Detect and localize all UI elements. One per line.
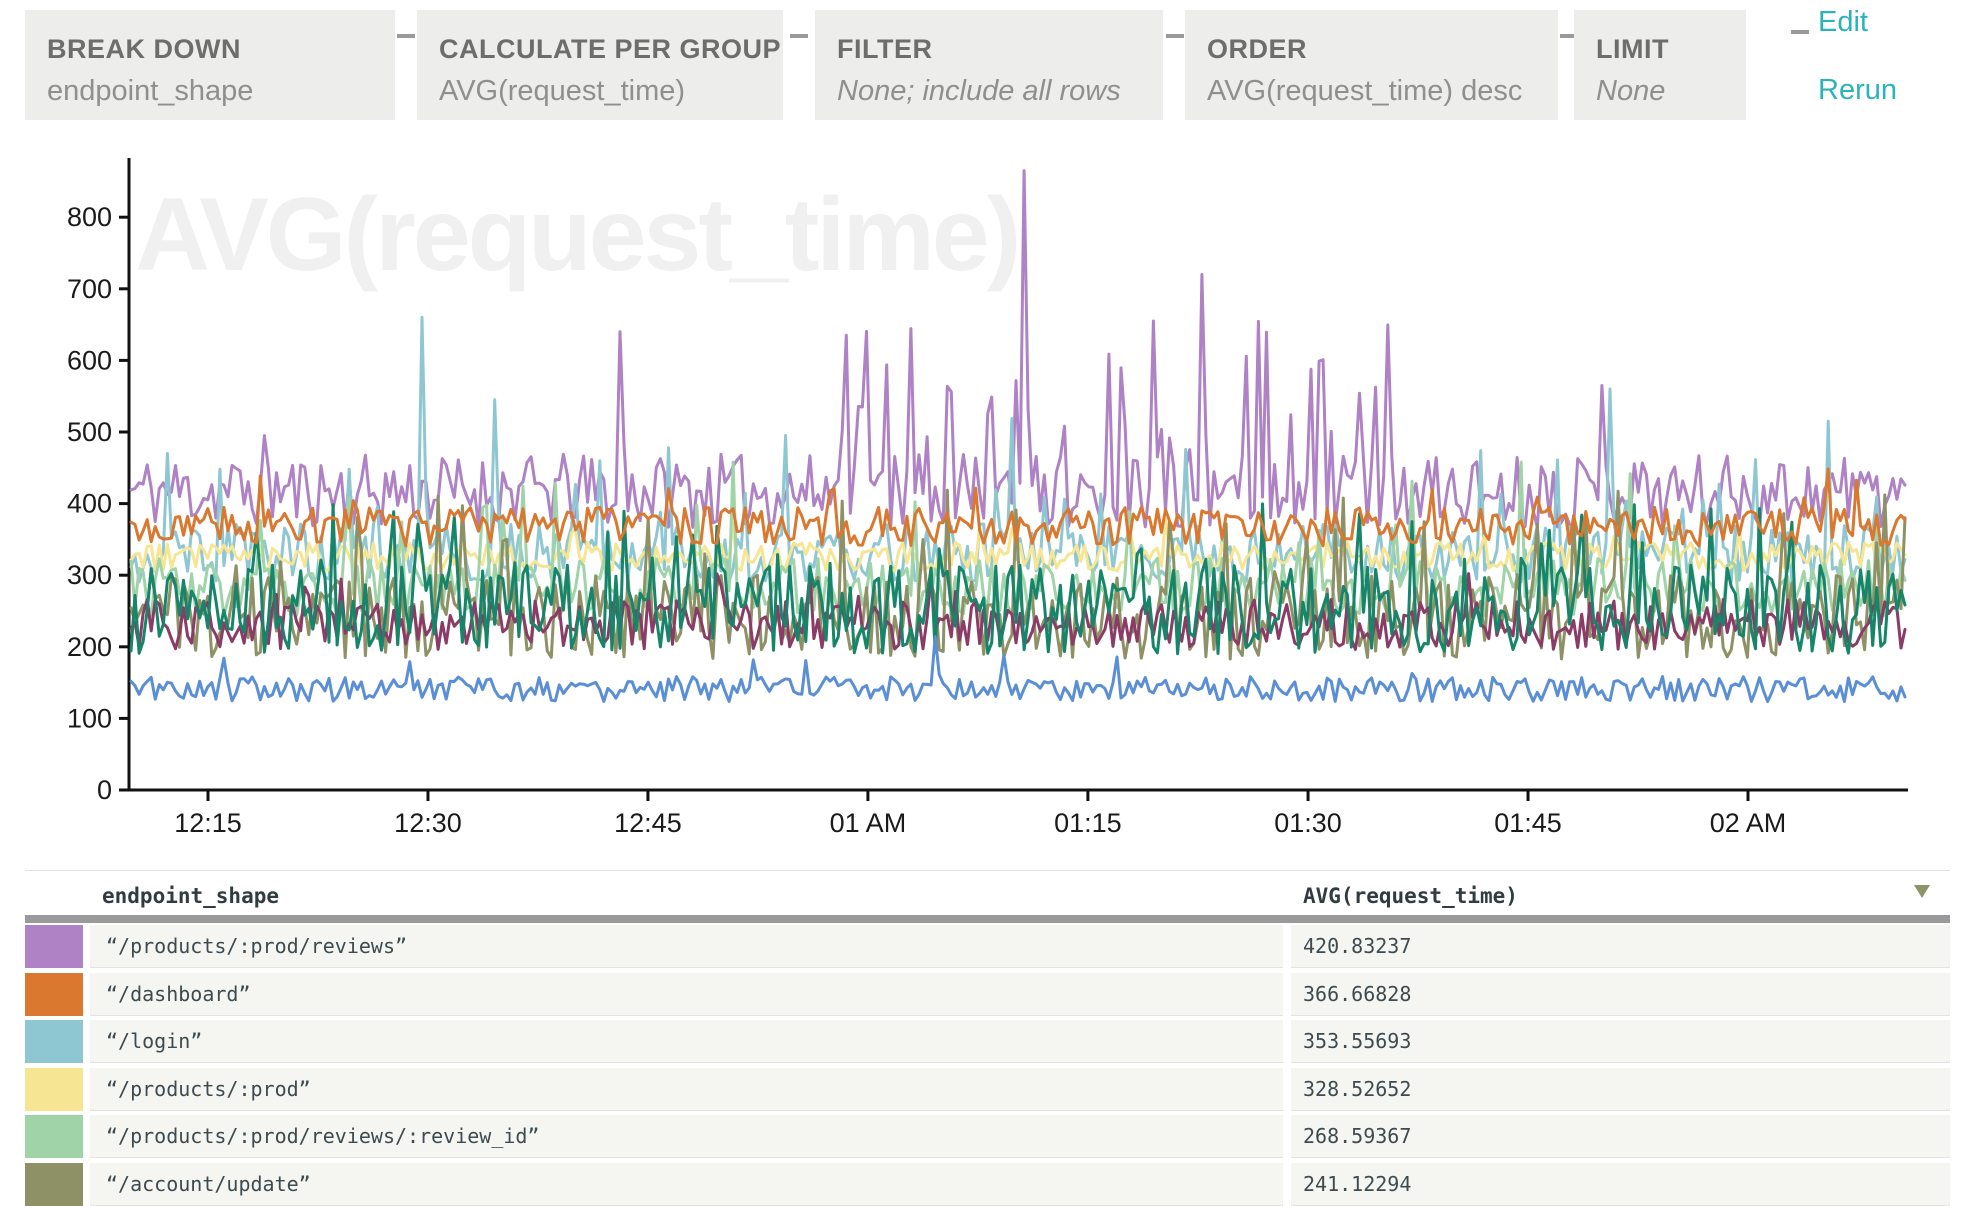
series-line[interactable] [131, 171, 1905, 528]
y-tick-label: 500 [67, 417, 112, 447]
y-tick-label: 600 [67, 345, 112, 375]
y-tick-label: 800 [67, 202, 112, 232]
y-tick-label: 0 [97, 775, 112, 805]
y-tick-label: 100 [67, 703, 112, 733]
x-tick-label: 12:45 [614, 808, 682, 838]
chart-canvas[interactable]: 0 100 200 300 400 500 600 700 800 12:15 12:30 12:45… [0, 0, 1982, 1191]
y-tick-label: 300 [67, 560, 112, 590]
y-tick-label: 400 [67, 489, 112, 519]
x-tick-label: 01 AM [830, 808, 907, 838]
x-tick-label: 02 AM [1710, 808, 1787, 838]
y-tick-label: 700 [67, 274, 112, 304]
x-tick-label: 01:30 [1274, 808, 1342, 838]
y-tick-label: 200 [67, 632, 112, 662]
x-tick-label: 12:30 [394, 808, 462, 838]
x-tick-label: 01:45 [1494, 808, 1562, 838]
x-tick-label: 12:15 [174, 808, 242, 838]
x-tick-label: 01:15 [1054, 808, 1122, 838]
